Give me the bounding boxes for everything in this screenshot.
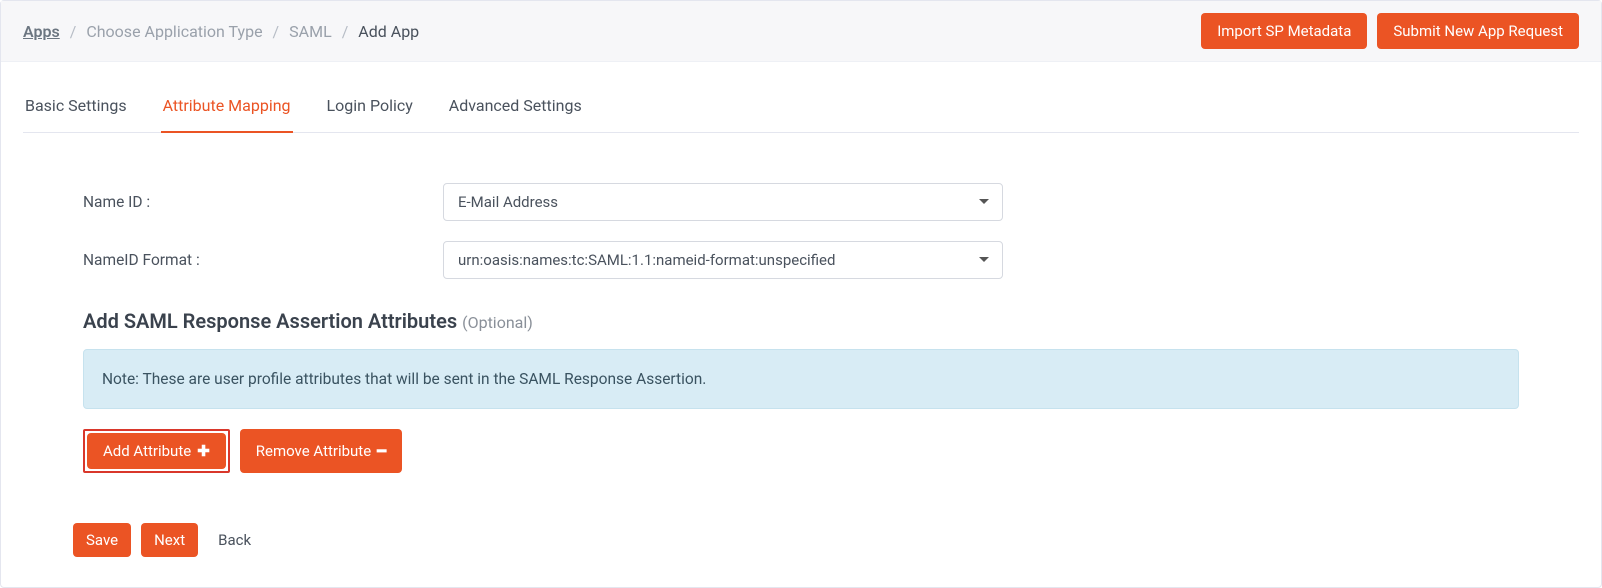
plus-icon: ✚ (197, 444, 210, 459)
section-title: Add SAML Response Assertion Attributes (… (83, 309, 1519, 333)
save-button[interactable]: Save (73, 523, 131, 557)
back-link[interactable]: Back (218, 531, 251, 549)
submit-new-app-request-button[interactable]: Submit New App Request (1377, 13, 1579, 49)
tab-attribute-mapping[interactable]: Attribute Mapping (161, 82, 293, 133)
nameid-select[interactable]: E-Mail Address (443, 183, 1003, 221)
breadcrumb-add-app: Add App (358, 22, 419, 41)
nameid-format-select[interactable]: urn:oasis:names:tc:SAML:1.1:nameid-forma… (443, 241, 1003, 279)
tab-basic-settings[interactable]: Basic Settings (23, 82, 129, 133)
remove-attribute-button[interactable]: Remove Attribute ━ (240, 429, 402, 473)
nameid-label: Name ID : (83, 193, 443, 211)
breadcrumb-apps[interactable]: Apps (23, 22, 60, 41)
tab-bar: Basic Settings Attribute Mapping Login P… (23, 82, 1579, 133)
breadcrumb-saml[interactable]: SAML (289, 22, 332, 41)
next-button[interactable]: Next (141, 523, 198, 557)
breadcrumb-choose-type[interactable]: Choose Application Type (86, 22, 262, 41)
breadcrumb-sep: / (70, 22, 77, 41)
import-sp-metadata-button[interactable]: Import SP Metadata (1201, 13, 1367, 49)
add-attribute-button[interactable]: Add Attribute ✚ (87, 433, 226, 469)
breadcrumb-sep: / (342, 22, 349, 41)
add-attribute-highlight: Add Attribute ✚ (83, 429, 230, 473)
breadcrumb-sep: / (273, 22, 280, 41)
tab-login-policy[interactable]: Login Policy (325, 82, 415, 133)
breadcrumb: Apps / Choose Application Type / SAML / … (23, 22, 419, 41)
tab-advanced-settings[interactable]: Advanced Settings (447, 82, 584, 133)
nameid-format-label: NameID Format : (83, 251, 443, 269)
minus-icon: ━ (377, 444, 386, 459)
note-box: Note: These are user profile attributes … (83, 349, 1519, 409)
